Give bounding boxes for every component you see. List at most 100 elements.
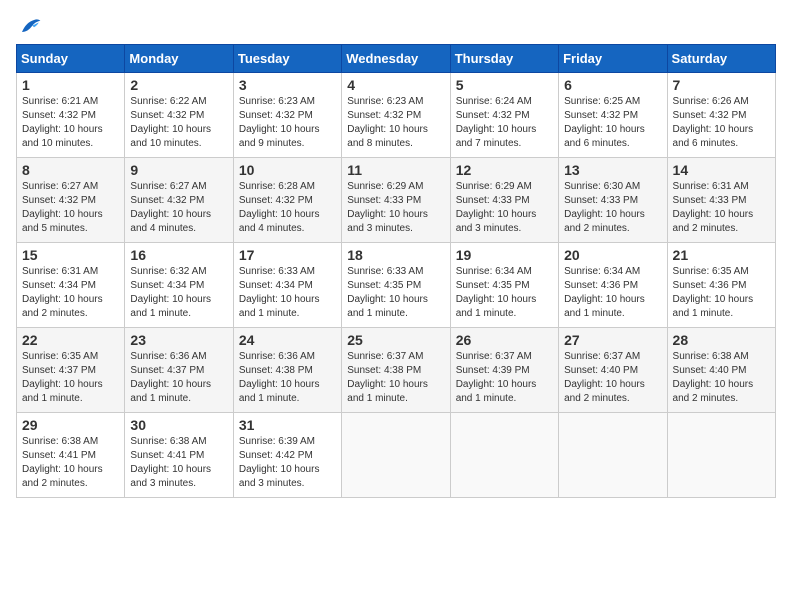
weekday-header-tuesday: Tuesday: [233, 45, 341, 73]
day-info: Sunrise: 6:23 AM Sunset: 4:32 PM Dayligh…: [347, 95, 444, 151]
day-number: 9: [130, 162, 227, 178]
day-info: Sunrise: 6:38 AM Sunset: 4:41 PM Dayligh…: [22, 435, 119, 491]
calendar-cell: 2 Sunrise: 6:22 AM Sunset: 4:32 PM Dayli…: [125, 73, 233, 158]
weekday-header-sunday: Sunday: [17, 45, 125, 73]
calendar-cell: 11 Sunrise: 6:29 AM Sunset: 4:33 PM Dayl…: [342, 158, 450, 243]
day-number: 7: [673, 77, 770, 93]
day-info: Sunrise: 6:32 AM Sunset: 4:34 PM Dayligh…: [130, 265, 227, 321]
day-info: Sunrise: 6:33 AM Sunset: 4:35 PM Dayligh…: [347, 265, 444, 321]
day-info: Sunrise: 6:27 AM Sunset: 4:32 PM Dayligh…: [130, 180, 227, 236]
calendar-week-1: 1 Sunrise: 6:21 AM Sunset: 4:32 PM Dayli…: [17, 73, 776, 158]
day-number: 16: [130, 247, 227, 263]
day-info: Sunrise: 6:22 AM Sunset: 4:32 PM Dayligh…: [130, 95, 227, 151]
calendar-cell: [559, 413, 667, 498]
day-info: Sunrise: 6:35 AM Sunset: 4:36 PM Dayligh…: [673, 265, 770, 321]
day-number: 27: [564, 332, 661, 348]
day-number: 6: [564, 77, 661, 93]
calendar-cell: 16 Sunrise: 6:32 AM Sunset: 4:34 PM Dayl…: [125, 243, 233, 328]
day-info: Sunrise: 6:21 AM Sunset: 4:32 PM Dayligh…: [22, 95, 119, 151]
calendar-cell: [667, 413, 775, 498]
day-number: 15: [22, 247, 119, 263]
calendar-week-2: 8 Sunrise: 6:27 AM Sunset: 4:32 PM Dayli…: [17, 158, 776, 243]
calendar-cell: 12 Sunrise: 6:29 AM Sunset: 4:33 PM Dayl…: [450, 158, 558, 243]
day-number: 14: [673, 162, 770, 178]
calendar-cell: 19 Sunrise: 6:34 AM Sunset: 4:35 PM Dayl…: [450, 243, 558, 328]
day-number: 20: [564, 247, 661, 263]
calendar-cell: 4 Sunrise: 6:23 AM Sunset: 4:32 PM Dayli…: [342, 73, 450, 158]
day-info: Sunrise: 6:36 AM Sunset: 4:38 PM Dayligh…: [239, 350, 336, 406]
day-number: 23: [130, 332, 227, 348]
calendar-cell: 21 Sunrise: 6:35 AM Sunset: 4:36 PM Dayl…: [667, 243, 775, 328]
calendar-cell: 7 Sunrise: 6:26 AM Sunset: 4:32 PM Dayli…: [667, 73, 775, 158]
day-number: 8: [22, 162, 119, 178]
calendar-cell: 22 Sunrise: 6:35 AM Sunset: 4:37 PM Dayl…: [17, 328, 125, 413]
day-info: Sunrise: 6:37 AM Sunset: 4:38 PM Dayligh…: [347, 350, 444, 406]
calendar-cell: 3 Sunrise: 6:23 AM Sunset: 4:32 PM Dayli…: [233, 73, 341, 158]
weekday-header-friday: Friday: [559, 45, 667, 73]
weekday-header-saturday: Saturday: [667, 45, 775, 73]
calendar-cell: 23 Sunrise: 6:36 AM Sunset: 4:37 PM Dayl…: [125, 328, 233, 413]
calendar-cell: 18 Sunrise: 6:33 AM Sunset: 4:35 PM Dayl…: [342, 243, 450, 328]
day-number: 25: [347, 332, 444, 348]
day-info: Sunrise: 6:33 AM Sunset: 4:34 PM Dayligh…: [239, 265, 336, 321]
day-info: Sunrise: 6:37 AM Sunset: 4:39 PM Dayligh…: [456, 350, 553, 406]
day-info: Sunrise: 6:23 AM Sunset: 4:32 PM Dayligh…: [239, 95, 336, 151]
day-info: Sunrise: 6:29 AM Sunset: 4:33 PM Dayligh…: [347, 180, 444, 236]
day-info: Sunrise: 6:34 AM Sunset: 4:36 PM Dayligh…: [564, 265, 661, 321]
calendar-cell: 17 Sunrise: 6:33 AM Sunset: 4:34 PM Dayl…: [233, 243, 341, 328]
calendar-cell: 28 Sunrise: 6:38 AM Sunset: 4:40 PM Dayl…: [667, 328, 775, 413]
calendar-cell: 29 Sunrise: 6:38 AM Sunset: 4:41 PM Dayl…: [17, 413, 125, 498]
day-info: Sunrise: 6:30 AM Sunset: 4:33 PM Dayligh…: [564, 180, 661, 236]
calendar-cell: 13 Sunrise: 6:30 AM Sunset: 4:33 PM Dayl…: [559, 158, 667, 243]
day-info: Sunrise: 6:26 AM Sunset: 4:32 PM Dayligh…: [673, 95, 770, 151]
calendar-cell: 30 Sunrise: 6:38 AM Sunset: 4:41 PM Dayl…: [125, 413, 233, 498]
day-number: 4: [347, 77, 444, 93]
day-info: Sunrise: 6:35 AM Sunset: 4:37 PM Dayligh…: [22, 350, 119, 406]
day-info: Sunrise: 6:39 AM Sunset: 4:42 PM Dayligh…: [239, 435, 336, 491]
calendar-cell: 20 Sunrise: 6:34 AM Sunset: 4:36 PM Dayl…: [559, 243, 667, 328]
weekday-header-wednesday: Wednesday: [342, 45, 450, 73]
day-number: 3: [239, 77, 336, 93]
weekday-header-monday: Monday: [125, 45, 233, 73]
weekday-header-thursday: Thursday: [450, 45, 558, 73]
day-number: 29: [22, 417, 119, 433]
day-number: 10: [239, 162, 336, 178]
day-info: Sunrise: 6:31 AM Sunset: 4:33 PM Dayligh…: [673, 180, 770, 236]
day-number: 5: [456, 77, 553, 93]
page-header: [16, 16, 776, 36]
day-info: Sunrise: 6:31 AM Sunset: 4:34 PM Dayligh…: [22, 265, 119, 321]
day-number: 30: [130, 417, 227, 433]
calendar-cell: 31 Sunrise: 6:39 AM Sunset: 4:42 PM Dayl…: [233, 413, 341, 498]
calendar-cell: 8 Sunrise: 6:27 AM Sunset: 4:32 PM Dayli…: [17, 158, 125, 243]
calendar-week-3: 15 Sunrise: 6:31 AM Sunset: 4:34 PM Dayl…: [17, 243, 776, 328]
day-number: 28: [673, 332, 770, 348]
day-info: Sunrise: 6:24 AM Sunset: 4:32 PM Dayligh…: [456, 95, 553, 151]
day-number: 12: [456, 162, 553, 178]
day-info: Sunrise: 6:36 AM Sunset: 4:37 PM Dayligh…: [130, 350, 227, 406]
day-number: 19: [456, 247, 553, 263]
day-number: 1: [22, 77, 119, 93]
day-info: Sunrise: 6:38 AM Sunset: 4:41 PM Dayligh…: [130, 435, 227, 491]
calendar-cell: 14 Sunrise: 6:31 AM Sunset: 4:33 PM Dayl…: [667, 158, 775, 243]
day-number: 26: [456, 332, 553, 348]
calendar-cell: 15 Sunrise: 6:31 AM Sunset: 4:34 PM Dayl…: [17, 243, 125, 328]
day-number: 21: [673, 247, 770, 263]
day-number: 24: [239, 332, 336, 348]
day-number: 18: [347, 247, 444, 263]
day-info: Sunrise: 6:37 AM Sunset: 4:40 PM Dayligh…: [564, 350, 661, 406]
calendar-cell: 24 Sunrise: 6:36 AM Sunset: 4:38 PM Dayl…: [233, 328, 341, 413]
calendar-week-5: 29 Sunrise: 6:38 AM Sunset: 4:41 PM Dayl…: [17, 413, 776, 498]
day-number: 31: [239, 417, 336, 433]
calendar-cell: [342, 413, 450, 498]
calendar-cell: 27 Sunrise: 6:37 AM Sunset: 4:40 PM Dayl…: [559, 328, 667, 413]
calendar-cell: [450, 413, 558, 498]
calendar-cell: 5 Sunrise: 6:24 AM Sunset: 4:32 PM Dayli…: [450, 73, 558, 158]
day-number: 2: [130, 77, 227, 93]
calendar-cell: 25 Sunrise: 6:37 AM Sunset: 4:38 PM Dayl…: [342, 328, 450, 413]
calendar-cell: 1 Sunrise: 6:21 AM Sunset: 4:32 PM Dayli…: [17, 73, 125, 158]
day-number: 17: [239, 247, 336, 263]
calendar-week-4: 22 Sunrise: 6:35 AM Sunset: 4:37 PM Dayl…: [17, 328, 776, 413]
logo-bird-icon: [18, 16, 42, 36]
calendar-cell: 9 Sunrise: 6:27 AM Sunset: 4:32 PM Dayli…: [125, 158, 233, 243]
day-info: Sunrise: 6:29 AM Sunset: 4:33 PM Dayligh…: [456, 180, 553, 236]
